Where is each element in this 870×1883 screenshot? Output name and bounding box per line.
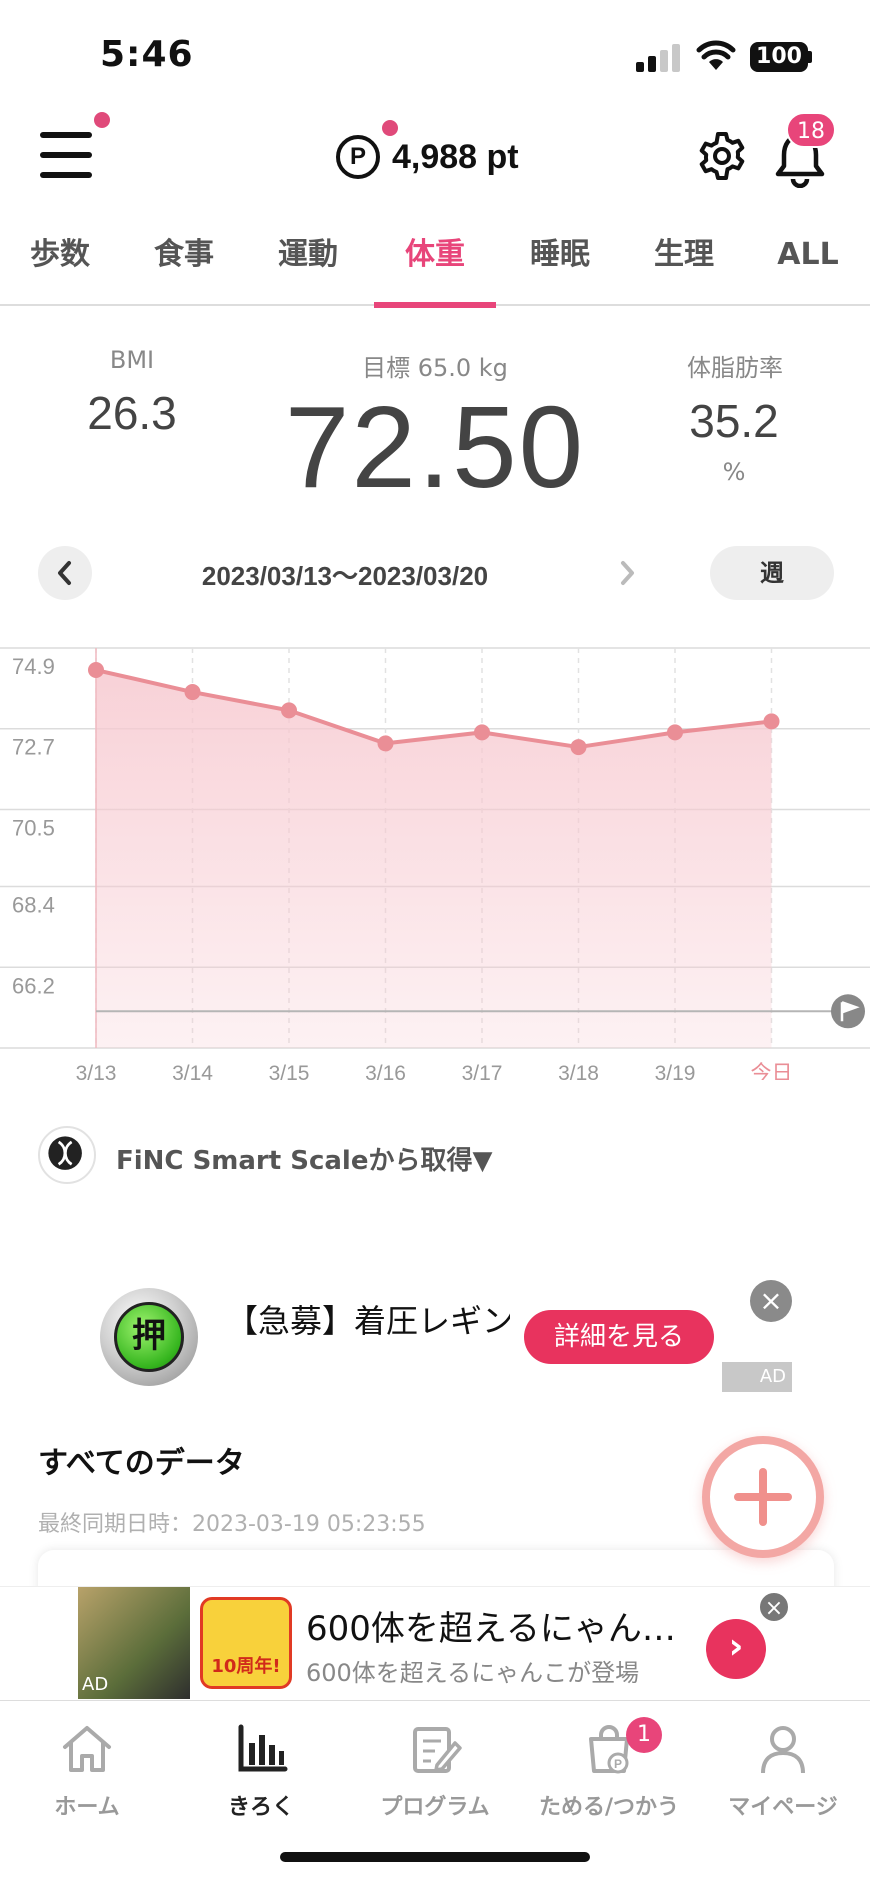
nav-points-badge: 1	[626, 1717, 662, 1753]
weight-point	[763, 713, 780, 730]
weight-point	[377, 735, 394, 752]
scale-device-icon	[38, 1126, 96, 1184]
prev-week-button[interactable]	[38, 546, 92, 600]
tab-steps[interactable]: 歩数	[18, 220, 102, 306]
nav-record[interactable]: きろく	[174, 1721, 348, 1821]
ad-label: AD	[722, 1362, 792, 1392]
nav-mypage[interactable]: マイページ	[696, 1721, 870, 1821]
x-tick-label: 3/17	[462, 1062, 503, 1080]
body-fat-label: 体脂肪率	[687, 354, 783, 382]
tab-exercise[interactable]: 運動	[266, 220, 350, 306]
last-sync-time: 最終同期日時：2023-03-19 05:23:55	[38, 1512, 426, 1537]
ad-logo: 10周年!	[200, 1597, 292, 1689]
x-tick-label: 今日	[751, 1062, 793, 1080]
ad-icon[interactable]: 押	[100, 1288, 198, 1386]
menu-notification-dot	[94, 112, 110, 128]
ad-title[interactable]: 【急募】着圧レギンス	[226, 1296, 510, 1342]
nav-home-label: ホーム	[54, 1795, 120, 1820]
ad-thumbnail: AD	[78, 1587, 190, 1699]
bottom-ad-subtitle: 600体を超えるにゃんこが登場	[306, 1659, 640, 1687]
x-tick-label: 3/14	[172, 1062, 213, 1080]
status-bar: 5:46 100	[0, 0, 870, 110]
points-display[interactable]: P 4,988 pt	[336, 132, 519, 182]
bottom-ad-arrow-button[interactable]: ›	[706, 1619, 766, 1679]
nav-program[interactable]: プログラム	[348, 1721, 522, 1821]
menu-icon[interactable]	[40, 132, 92, 178]
tab-all[interactable]: ALL	[766, 220, 850, 306]
home-indicator	[280, 1852, 590, 1862]
wifi-icon	[696, 40, 736, 70]
y-tick-label: 72.7	[12, 735, 55, 760]
weight-point	[184, 684, 201, 701]
app-header: P 4,988 pt 18	[0, 110, 870, 210]
nav-points[interactable]: P 1 ためる/つかう	[522, 1717, 696, 1821]
status-time: 5:46	[100, 34, 194, 75]
bmi-label: BMI	[109, 346, 155, 374]
bottom-ad-close-icon[interactable]: ×	[758, 1591, 790, 1623]
ad-icon-text: 押	[114, 1302, 184, 1372]
period-selector[interactable]: 週	[710, 546, 834, 600]
bottom-ad-banner[interactable]: AD 10周年! 600体を超えるにゃん… 600体を超えるにゃんこが登場 › …	[0, 1586, 870, 1699]
tab-sleep[interactable]: 睡眠	[518, 220, 602, 306]
body-fat-unit: %	[722, 458, 746, 486]
weight-point	[474, 724, 490, 741]
x-tick-label: 3/19	[655, 1062, 696, 1080]
weight-point	[88, 662, 104, 679]
notification-badge: 18	[786, 112, 836, 148]
y-tick-label: 66.2	[12, 973, 55, 998]
data-source-toggle[interactable]: FiNC Smart Scaleから取得▼	[116, 1140, 492, 1177]
goal-weight-label: 目標 65.0 kg	[362, 354, 508, 382]
next-week-button[interactable]	[600, 546, 654, 600]
home-icon	[63, 1726, 111, 1772]
nav-program-label: プログラム	[380, 1795, 490, 1820]
category-tabs: 歩数 食事 運動 体重 睡眠 生理 ALL	[0, 220, 870, 308]
weight-point	[667, 724, 683, 741]
ad-close-icon[interactable]: ×	[750, 1280, 792, 1322]
add-record-button[interactable]	[702, 1436, 824, 1558]
body-fat-value: 35.2	[689, 395, 779, 447]
battery-icon: 100	[750, 42, 808, 72]
battery-tip	[808, 51, 812, 63]
nav-record-label: きろく	[227, 1795, 294, 1820]
gear-icon[interactable]	[696, 130, 748, 182]
nav-points-label: ためる/つかう	[538, 1795, 680, 1820]
points-notification-dot	[382, 120, 398, 136]
ad-thumbnail-label: AD	[82, 1674, 109, 1695]
x-tick-label: 3/18	[558, 1062, 599, 1080]
y-tick-label: 68.4	[12, 893, 55, 918]
nav-home[interactable]: ホーム	[0, 1721, 174, 1821]
ad-details-button[interactable]: 詳細を見る	[524, 1310, 714, 1364]
points-icon: P	[336, 135, 380, 179]
weight-point	[281, 702, 297, 719]
current-weight: 72.50	[284, 382, 586, 512]
tab-meals[interactable]: 食事	[142, 220, 226, 306]
svg-text:P: P	[614, 1757, 622, 1771]
y-tick-label: 74.9	[12, 654, 55, 679]
tab-weight[interactable]: 体重	[374, 220, 496, 308]
bar-chart-icon	[238, 1724, 288, 1772]
nav-mypage-label: マイページ	[728, 1795, 838, 1820]
bottom-ad-title: 600体を超えるにゃん…	[306, 1609, 676, 1649]
bmi-value: 26.3	[87, 387, 177, 439]
chevron-right-icon	[621, 561, 634, 585]
x-tick-label: 3/15	[269, 1062, 310, 1080]
date-range: 2023/03/13～2023/03/20	[201, 561, 489, 591]
all-data-title: すべてのデータ	[38, 1446, 245, 1481]
x-tick-label: 3/16	[365, 1062, 406, 1080]
user-icon	[761, 1726, 805, 1774]
notebook-icon	[413, 1727, 462, 1773]
points-value: 4,988 pt	[392, 137, 519, 176]
tab-period[interactable]: 生理	[642, 220, 726, 306]
x-tick-label: 3/13	[76, 1062, 117, 1080]
weight-point	[570, 739, 587, 756]
cellular-signal-icon	[636, 44, 680, 72]
weight-chart: 74.9 72.7 70.5 68.4 66.2 3/13 3/14 3/15 3/16 3/17…	[0, 647, 870, 1080]
y-tick-label: 70.5	[12, 815, 55, 840]
chevron-left-icon	[58, 561, 71, 585]
